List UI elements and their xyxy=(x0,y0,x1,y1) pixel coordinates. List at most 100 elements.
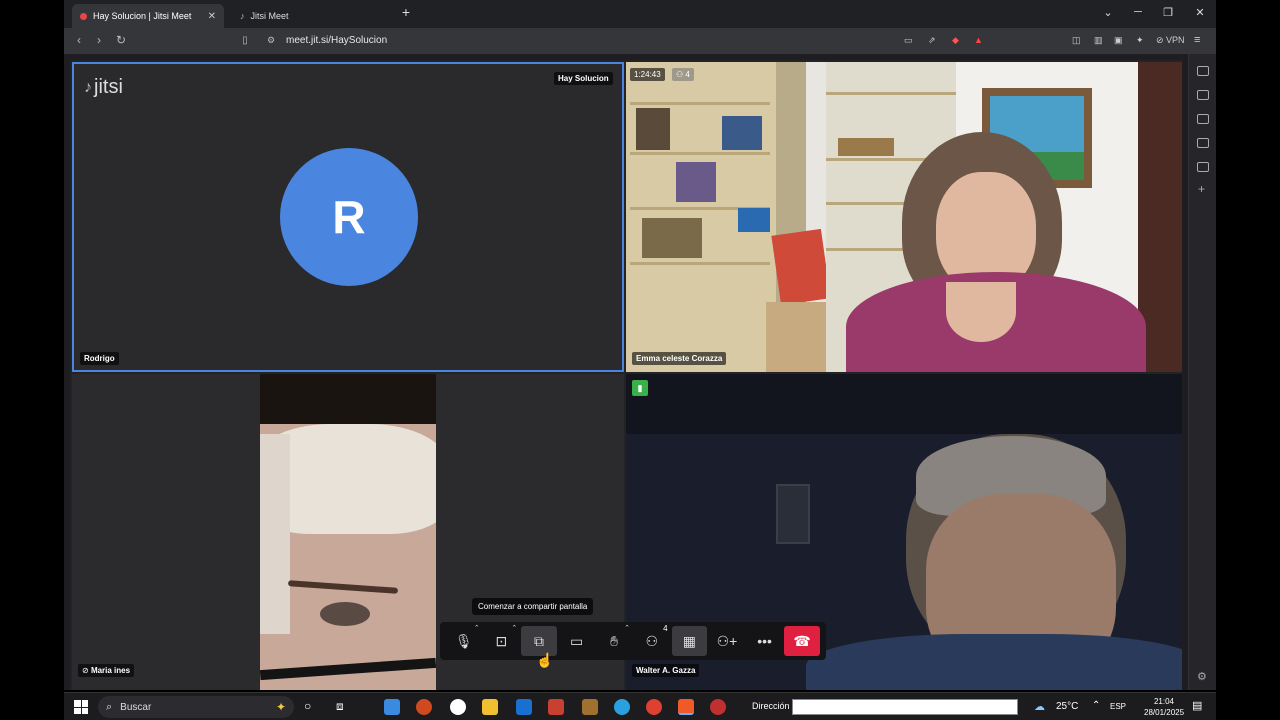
chrome-icon[interactable] xyxy=(646,699,662,715)
more-options-button[interactable]: ••• xyxy=(747,626,783,656)
back-icon[interactable]: ‹ xyxy=(72,33,86,47)
more-icon: ••• xyxy=(757,633,772,649)
chevron-up-icon[interactable]: ⌃ xyxy=(624,624,630,632)
participant-name: Rodrigo xyxy=(80,352,119,365)
maximize-button[interactable]: ❐ xyxy=(1160,6,1176,19)
forward-icon[interactable]: › xyxy=(92,33,106,47)
calendar-app-icon[interactable] xyxy=(384,699,400,715)
tab-hay-solucion[interactable]: Hay Solucion | Jitsi Meet ✕ xyxy=(72,4,224,28)
app-icon[interactable] xyxy=(416,699,432,715)
participant-name: Emma celeste Corazza xyxy=(632,352,727,365)
search-icon: ⌕ xyxy=(106,700,113,713)
jitsi-logo-icon: ♪ xyxy=(84,78,92,96)
phone-hangup-icon: ☎ xyxy=(793,632,811,649)
cast-icon[interactable]: ▭ xyxy=(904,35,913,46)
meeting-toolbar: 🎙︎ ⌃ ⊡ ⌃ ⧉ ▭ ✋︎ ⌃ ⚇ 4 ▦ ⚇+ ••• ☎ xyxy=(440,622,826,660)
chat-icon: ▭ xyxy=(569,632,584,649)
participant-tile-emma[interactable]: 1:24:43 ⚇ 4 Emma celeste Corazza xyxy=(626,62,1182,372)
outlook-icon[interactable] xyxy=(516,699,532,715)
app-icon[interactable] xyxy=(450,699,466,715)
participant-name: Walter A. Gazza xyxy=(632,664,700,677)
participants-badge: 4 xyxy=(663,624,668,633)
raise-hand-button[interactable]: ✋︎ ⌃ xyxy=(596,624,632,656)
address-toolbar-input[interactable] xyxy=(792,699,1018,715)
side-leo-icon[interactable] xyxy=(1197,66,1209,76)
side-add-icon[interactable]: + xyxy=(1198,182,1205,196)
share-icon[interactable]: ⇗ xyxy=(928,35,936,46)
tab-search-icon[interactable]: ⌄ xyxy=(1100,6,1116,19)
vpn-button[interactable]: ⊘ VPN xyxy=(1156,35,1185,46)
reload-icon[interactable]: ↻ xyxy=(114,33,128,47)
jitsi-favicon-icon: ♪ xyxy=(240,11,245,21)
tile-view-button[interactable]: ▦ xyxy=(671,626,708,656)
close-tab-icon[interactable]: ✕ xyxy=(208,11,216,22)
avatar: R xyxy=(280,148,418,286)
new-tab-button[interactable]: + xyxy=(398,4,414,20)
telegram-icon[interactable] xyxy=(614,699,630,715)
address-toolbar-label: Dirección xyxy=(752,701,790,711)
app-icon[interactable] xyxy=(710,699,726,715)
chat-button[interactable]: ▭ xyxy=(559,626,595,656)
side-reading-list-icon[interactable] xyxy=(1197,90,1209,100)
brave-shield-icon[interactable]: ◆ xyxy=(952,35,959,46)
microphone-icon: 🎙︎ xyxy=(454,632,473,649)
close-window-button[interactable]: ✕ xyxy=(1192,6,1208,19)
chevron-up-icon[interactable]: ⌃ xyxy=(511,624,517,632)
url-field[interactable]: meet.jit.si/HaySolucion xyxy=(286,35,387,46)
browser-side-panel: + ⚙ xyxy=(1188,54,1216,690)
room-name: Hay Solucion xyxy=(554,72,613,85)
video-feed xyxy=(260,374,436,690)
app-icon[interactable] xyxy=(582,699,598,715)
invite-button[interactable]: ⚇+ xyxy=(709,626,745,656)
minimize-button[interactable]: ─ xyxy=(1130,6,1146,18)
chevron-up-icon[interactable]: ⌃ xyxy=(474,624,480,632)
cortana-icon[interactable]: ○ xyxy=(304,699,311,713)
taskbar: ⌕ Buscar ✦ ○ ⧈ Dirección ☁ 25°C ⌃ ESP 21… xyxy=(64,692,1216,720)
file-explorer-icon[interactable] xyxy=(482,699,498,715)
task-view-icon[interactable]: ⧈ xyxy=(336,699,344,714)
windows-start-icon[interactable] xyxy=(74,700,88,714)
brave-icon[interactable] xyxy=(678,699,694,715)
language-indicator[interactable]: ESP xyxy=(1110,702,1126,711)
side-playlist-icon[interactable] xyxy=(1197,162,1209,172)
copilot-icon: ✦ xyxy=(275,700,286,714)
sidebar-toggle-icon[interactable]: ▥ xyxy=(1094,35,1103,46)
meeting-timer: 1:24:43 xyxy=(630,68,665,81)
participants-button[interactable]: ⚇ 4 xyxy=(634,624,670,656)
side-history-icon[interactable] xyxy=(1197,114,1209,124)
camera-off-icon: ⊡ xyxy=(495,632,508,649)
hangup-button[interactable]: ☎ xyxy=(784,626,820,656)
tab-jitsi-meet[interactable]: ♪ Jitsi Meet xyxy=(232,4,392,28)
camera-button[interactable]: ⊡ ⌃ xyxy=(484,624,520,656)
tray-chevron-up-icon[interactable]: ⌃ xyxy=(1092,700,1100,711)
app-icon[interactable] xyxy=(548,699,564,715)
side-settings-icon[interactable]: ⚙ xyxy=(1197,670,1207,683)
site-settings-icon[interactable]: ⚙ xyxy=(264,35,278,46)
side-bookmarks-icon[interactable] xyxy=(1197,138,1209,148)
grid-icon: ▦ xyxy=(682,632,696,649)
participant-tile-rodrigo[interactable]: ♪ jitsi R Rodrigo Hay Solucion xyxy=(72,62,624,372)
video-feed xyxy=(626,62,1182,372)
extensions-icon[interactable]: ◫ xyxy=(1072,35,1081,46)
wallet-icon[interactable]: ▣ xyxy=(1114,35,1123,46)
clock[interactable]: 21:04 28/01/2025 xyxy=(1144,696,1184,718)
recording-icon xyxy=(80,12,87,20)
jitsi-logo: ♪ jitsi xyxy=(84,76,123,98)
people-icon: ⚇ xyxy=(676,70,684,79)
bookmark-icon[interactable]: ▯ xyxy=(238,35,252,46)
mic-button[interactable]: 🎙︎ ⌃ xyxy=(446,624,482,656)
address-bar: ‹ › ↻ ▯ ⚙ meet.jit.si/HaySolucion ▭ ⇗ ◆ … xyxy=(64,28,1216,54)
weather-icon[interactable]: ☁ xyxy=(1034,700,1045,713)
menu-icon[interactable]: ≡ xyxy=(1194,34,1200,46)
mic-muted-icon: ⊘ xyxy=(82,666,89,675)
meeting-stage: ♪ jitsi R Rodrigo Hay Solucion 1:24:43 ⚇… xyxy=(70,60,1182,690)
connection-quality-icon[interactable]: ▮ xyxy=(632,380,648,396)
browser-window: Hay Solucion | Jitsi Meet ✕ ♪ Jitsi Meet… xyxy=(64,0,1216,690)
temperature[interactable]: 25°C xyxy=(1056,701,1078,712)
taskbar-search[interactable]: ⌕ Buscar ✦ xyxy=(98,696,294,718)
rewards-icon[interactable]: ▲ xyxy=(974,35,983,45)
leo-icon[interactable]: ✦ xyxy=(1136,35,1144,46)
notifications-icon[interactable]: ▤ xyxy=(1192,699,1202,712)
hand-icon: ✋︎ xyxy=(610,632,619,649)
tab-label: Hay Solucion | Jitsi Meet xyxy=(93,11,192,21)
